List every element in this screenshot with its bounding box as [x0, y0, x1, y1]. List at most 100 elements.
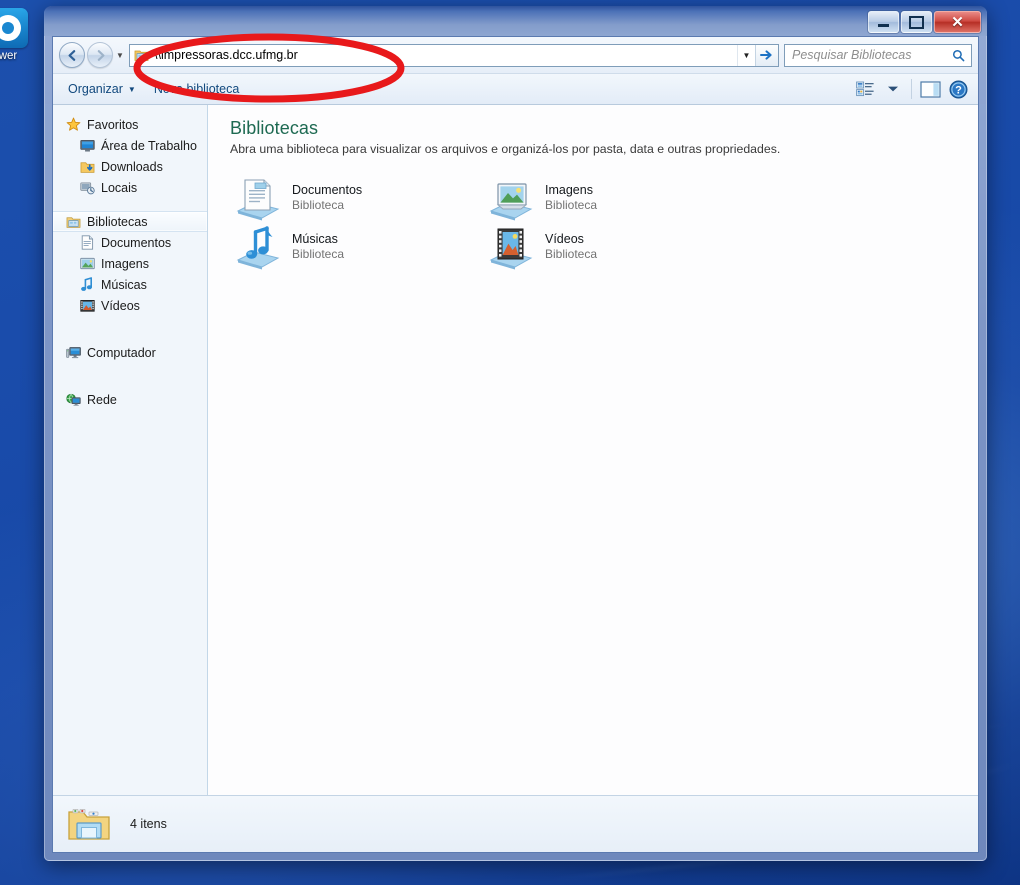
- sidebar-item-label: Favoritos: [87, 117, 139, 132]
- library-item-kind: Biblioteca: [292, 247, 345, 261]
- search-icon: [946, 49, 971, 62]
- search-box[interactable]: Pesquisar Bibliotecas: [784, 43, 972, 67]
- sidebar-item-musicas[interactable]: Músicas: [53, 274, 207, 295]
- explorer-body: Favoritos Área de Trabalho Downloads Loc…: [53, 105, 978, 795]
- sidebar-item-label: Documentos: [101, 235, 172, 250]
- sidebar-item-label: Computador: [87, 345, 156, 360]
- page-title: Bibliotecas: [230, 118, 319, 138]
- maximize-button[interactable]: [901, 11, 932, 33]
- address-bar[interactable]: \\impressoras.dcc.ufmg.br ▼: [129, 43, 779, 67]
- chevron-down-icon: ▼: [127, 84, 136, 94]
- library-item-kind: Biblioteca: [545, 198, 598, 212]
- documents-icon: [79, 235, 95, 251]
- network-folder-icon: [134, 48, 149, 62]
- desktop-icon: [79, 138, 95, 154]
- svg-text:?: ?: [955, 84, 962, 96]
- search-input[interactable]: Pesquisar Bibliotecas: [785, 48, 946, 62]
- preview-pane-icon: [919, 80, 941, 98]
- minimize-button[interactable]: [868, 11, 899, 33]
- history-chevron-down-icon[interactable]: ▼: [113, 51, 127, 60]
- sidebar-item-documentos[interactable]: Documentos: [53, 232, 207, 253]
- window-client-area: ▼ \\impressoras.dcc.ufmg.br ▼ Pesquisar …: [52, 36, 979, 853]
- help-icon: ?: [949, 80, 967, 98]
- back-arrow-icon: [68, 49, 75, 61]
- forward-button[interactable]: [87, 42, 113, 68]
- desktop-shortcut-teamviewer[interactable]: wer: [0, 8, 38, 62]
- new-library-label: Nova biblioteca: [153, 82, 240, 96]
- minimize-icon: [878, 24, 889, 27]
- command-toolbar: Organizar ▼ Nova biblioteca ?: [53, 73, 978, 105]
- library-item-documentos[interactable]: Documentos Biblioteca: [230, 173, 483, 222]
- library-folder-icon: [67, 805, 111, 843]
- sidebar-item-videos[interactable]: Vídeos: [53, 295, 207, 316]
- library-item-texts: Imagens Biblioteca: [545, 183, 597, 212]
- videos-library-icon: [487, 224, 535, 270]
- library-item-name: Documentos: [292, 183, 363, 197]
- organize-label: Organizar: [68, 82, 123, 96]
- toolbar-separator: [911, 79, 912, 99]
- sidebar-item-label: Locais: [101, 180, 138, 195]
- explorer-window: ✕ ▼ \\impressoras.dcc.ufmg.br ▼ Pesquisa…: [44, 6, 987, 861]
- close-button[interactable]: ✕: [934, 11, 981, 33]
- sidebar-item-rede[interactable]: Rede: [53, 389, 207, 410]
- library-icon: [65, 214, 81, 230]
- network-icon: [65, 392, 81, 408]
- library-item-name: Vídeos: [545, 232, 584, 246]
- address-bar-row: ▼ \\impressoras.dcc.ufmg.br ▼ Pesquisar …: [53, 37, 978, 73]
- computer-icon: [65, 345, 81, 361]
- close-icon: ✕: [951, 13, 964, 31]
- teamviewer-icon: [0, 8, 28, 48]
- library-item-kind: Biblioteca: [292, 198, 345, 212]
- library-grid: Documentos Biblioteca Imagens Biblioteca…: [230, 173, 978, 271]
- help-button[interactable]: ?: [944, 78, 972, 100]
- music-library-icon: [234, 224, 282, 270]
- sidebar-item-label: Imagens: [101, 256, 149, 271]
- new-library-button[interactable]: Nova biblioteca: [145, 78, 248, 100]
- sidebar-item-bibliotecas[interactable]: Bibliotecas: [53, 211, 207, 232]
- sidebar-item-imagens[interactable]: Imagens: [53, 253, 207, 274]
- item-count-text: 4 itens: [130, 817, 167, 831]
- sidebar-item-label: Rede: [87, 392, 117, 407]
- star-icon: [65, 117, 81, 133]
- content-pane: Bibliotecas Abra uma biblioteca para vis…: [208, 105, 978, 795]
- download-folder-icon: [79, 159, 95, 175]
- recent-places-icon: [79, 180, 95, 196]
- sidebar-item-area-de-trabalho[interactable]: Área de Trabalho: [53, 135, 207, 156]
- desktop-shortcut-label: wer: [0, 50, 18, 62]
- status-bar: 4 itens: [53, 795, 978, 852]
- library-item-imagens[interactable]: Imagens Biblioteca: [483, 173, 736, 222]
- sidebar-item-downloads[interactable]: Downloads: [53, 156, 207, 177]
- address-dropdown-chevron-icon[interactable]: ▼: [737, 44, 755, 66]
- sidebar-item-computador[interactable]: Computador: [53, 342, 207, 363]
- page-subtitle: Abra uma biblioteca para visualizar os a…: [230, 142, 781, 156]
- library-item-musicas[interactable]: Músicas Biblioteca: [230, 222, 483, 271]
- library-item-texts: Documentos Biblioteca: [292, 183, 362, 212]
- go-arrow-icon: [760, 50, 772, 60]
- preview-pane-button[interactable]: [916, 78, 944, 100]
- videos-icon: [79, 298, 95, 314]
- music-icon: [79, 277, 95, 293]
- view-options-button[interactable]: [851, 78, 879, 100]
- library-item-texts: Vídeos Biblioteca: [545, 232, 597, 261]
- forward-arrow-icon: [97, 49, 104, 61]
- sidebar-item-label: Vídeos: [101, 298, 140, 313]
- sidebar-item-favoritos[interactable]: Favoritos: [53, 114, 207, 135]
- address-path-text: \\impressoras.dcc.ufmg.br: [154, 48, 298, 62]
- window-controls: ✕: [868, 11, 981, 33]
- sidebar-item-label: Downloads: [101, 159, 163, 174]
- view-list-icon: [855, 81, 874, 97]
- library-item-videos[interactable]: Vídeos Biblioteca: [483, 222, 736, 271]
- library-item-texts: Músicas Biblioteca: [292, 232, 344, 261]
- back-button[interactable]: [59, 42, 85, 68]
- go-button[interactable]: [755, 44, 778, 66]
- library-item-name: Imagens: [545, 183, 593, 197]
- sidebar-item-locais[interactable]: Locais: [53, 177, 207, 198]
- pictures-icon: [79, 256, 95, 272]
- sidebar-item-label: Bibliotecas: [87, 214, 148, 229]
- window-titlebar[interactable]: ✕: [44, 6, 987, 36]
- view-options-dropdown[interactable]: [879, 78, 907, 100]
- organize-button[interactable]: Organizar ▼: [59, 78, 145, 100]
- library-item-name: Músicas: [292, 232, 338, 246]
